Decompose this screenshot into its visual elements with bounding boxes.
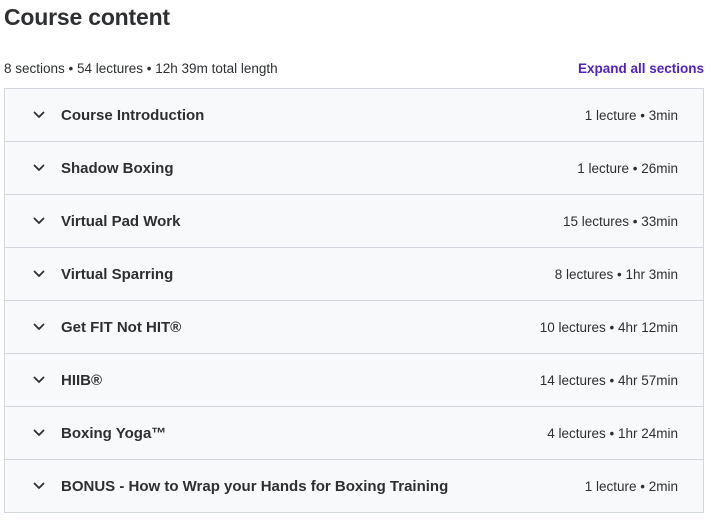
section-row-get-fit-not-hit[interactable]: Get FIT Not HIT® 10 lectures • 4hr 12min: [5, 301, 703, 354]
section-title: BONUS - How to Wrap your Hands for Boxin…: [61, 477, 449, 495]
chevron-down-icon: [32, 479, 46, 493]
section-title: HIIB®: [61, 371, 103, 389]
chevron-down-icon: [32, 108, 46, 122]
chevron-down-icon: [32, 267, 46, 281]
section-meta: 8 lectures • 1hr 3min: [554, 266, 678, 282]
section-title: Course Introduction: [61, 106, 205, 124]
section-meta: 1 lecture • 2min: [584, 478, 678, 494]
page-title: Course content: [4, 4, 170, 30]
section-row-virtual-pad-work[interactable]: Virtual Pad Work 15 lectures • 33min: [5, 195, 703, 248]
expand-all-sections-button[interactable]: Expand all sections: [578, 61, 704, 76]
section-row-bonus-hand-wrapping[interactable]: BONUS - How to Wrap your Hands for Boxin…: [5, 460, 703, 513]
section-title: Shadow Boxing: [61, 159, 174, 177]
section-list: Course Introduction 1 lecture • 3min Sha…: [4, 88, 704, 513]
section-row-shadow-boxing[interactable]: Shadow Boxing 1 lecture • 26min: [5, 142, 703, 195]
chevron-down-icon: [32, 161, 46, 175]
section-row-boxing-yoga[interactable]: Boxing Yoga™ 4 lectures • 1hr 24min: [5, 407, 703, 460]
course-summary-bar: 8 sections • 54 lectures • 12h 39m total…: [4, 58, 704, 78]
section-meta: 14 lectures • 4hr 57min: [539, 372, 678, 388]
section-title: Boxing Yoga™: [61, 424, 167, 442]
chevron-down-icon: [32, 426, 46, 440]
chevron-down-icon: [32, 320, 46, 334]
section-meta: 15 lectures • 33min: [562, 213, 678, 229]
chevron-down-icon: [32, 373, 46, 387]
section-meta: 1 lecture • 3min: [584, 107, 678, 123]
section-row-course-introduction[interactable]: Course Introduction 1 lecture • 3min: [5, 89, 703, 142]
section-title: Virtual Pad Work: [61, 212, 181, 230]
section-row-hiib[interactable]: HIIB® 14 lectures • 4hr 57min: [5, 354, 703, 407]
section-meta: 4 lectures • 1hr 24min: [547, 425, 678, 441]
section-row-virtual-sparring[interactable]: Virtual Sparring 8 lectures • 1hr 3min: [5, 248, 703, 301]
course-summary-text: 8 sections • 54 lectures • 12h 39m total…: [4, 60, 278, 76]
section-meta: 1 lecture • 26min: [577, 160, 678, 176]
section-title: Virtual Sparring: [61, 265, 174, 283]
chevron-down-icon: [32, 214, 46, 228]
section-title: Get FIT Not HIT®: [61, 318, 182, 336]
section-meta: 10 lectures • 4hr 12min: [539, 319, 678, 335]
